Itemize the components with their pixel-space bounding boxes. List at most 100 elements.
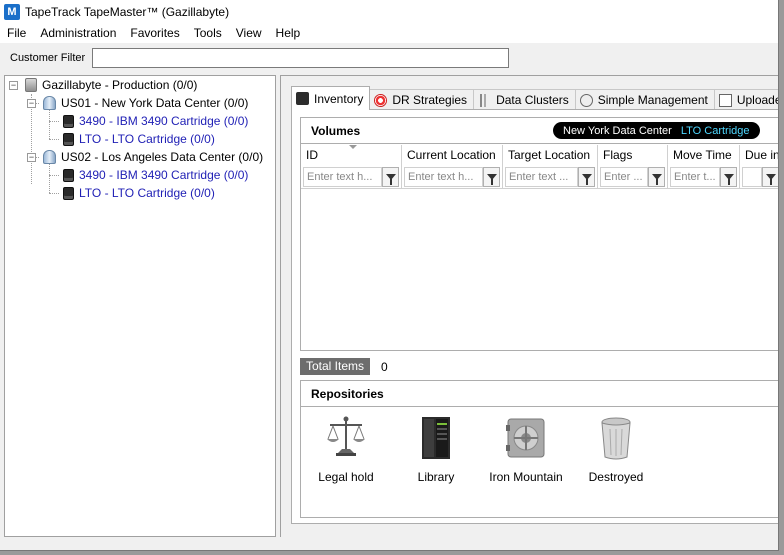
move-time-filter-input[interactable]: Enter t... [670, 167, 720, 187]
due-in-filter-input[interactable] [742, 167, 762, 187]
filter-button[interactable] [762, 167, 778, 187]
repository-label: Legal hold [318, 470, 374, 484]
menu-bar: File Administration Favorites Tools View… [0, 23, 778, 43]
column-current-location[interactable]: Current Location Enter text h... [402, 145, 503, 189]
column-move-time[interactable]: Move Time Enter t... [668, 145, 740, 189]
funnel-icon [723, 174, 734, 185]
lifebuoy-icon [374, 93, 388, 107]
customer-filter-bar: Customer Filter [0, 43, 778, 73]
total-items-bar: Total Items 0 [300, 358, 388, 375]
column-filter: Enter text h... [303, 167, 399, 187]
tree-root-node[interactable]: Gazillabyte - Production (0/0) [25, 76, 197, 94]
column-flags[interactable]: Flags Enter ... [598, 145, 668, 189]
tree-node-label: LTO - LTO Cartridge (0/0) [79, 186, 215, 200]
tree-site-node[interactable]: US01 - New York Data Center (0/0) [43, 94, 248, 112]
current-location-filter-input[interactable]: Enter text h... [404, 167, 483, 187]
column-target-location[interactable]: Target Location Enter text ... [503, 145, 598, 189]
tree-node-label: US01 - New York Data Center (0/0) [61, 96, 249, 110]
cartridge-icon [63, 186, 74, 200]
simple-management-icon [579, 93, 593, 107]
menu-favorites[interactable]: Favorites [123, 23, 186, 43]
repository-label: Destroyed [588, 470, 644, 484]
tab-label: Simple Management [597, 93, 708, 107]
tree-media-node[interactable]: 3490 - IBM 3490 Cartridge (0/0) [63, 166, 248, 184]
target-location-filter-input[interactable]: Enter text ... [505, 167, 578, 187]
cartridge-icon [63, 114, 74, 128]
tab-simple-management[interactable]: Simple Management [574, 89, 715, 110]
tab-strip: Inventory DR Strategies Data Clusters Si… [291, 86, 778, 110]
id-filter-input[interactable]: Enter text h... [303, 167, 382, 187]
tab-data-clusters[interactable]: Data Clusters [473, 89, 576, 110]
column-due-in[interactable]: Due in [740, 145, 779, 189]
column-filter: Enter text h... [404, 167, 500, 187]
filter-button[interactable] [483, 167, 500, 187]
data-center-icon [43, 150, 56, 164]
tape-library-icon [422, 417, 450, 459]
tab-uploaded[interactable]: Uploaded F [713, 89, 778, 110]
menu-administration[interactable]: Administration [33, 23, 123, 43]
tab-label: DR Strategies [392, 93, 468, 107]
app-logo-icon: M [4, 3, 20, 20]
tree-collapse-toggle[interactable]: − [9, 81, 18, 90]
title-bar[interactable]: M TapeTrack TapeMaster™ (Gazillabyte) [0, 0, 778, 23]
tree-site-node[interactable]: US02 - Los Angeles Data Center (0/0) [43, 148, 263, 166]
funnel-icon [651, 174, 662, 185]
tree-media-node[interactable]: LTO - LTO Cartridge (0/0) [63, 184, 215, 202]
column-title: Current Location [407, 148, 496, 162]
menu-view[interactable]: View [229, 23, 269, 43]
tree-collapse-toggle[interactable]: − [27, 153, 36, 162]
repository-iron-mountain[interactable]: Iron Mountain [481, 415, 571, 484]
column-filter [742, 167, 778, 187]
scales-icon [327, 416, 365, 456]
context-location: New York Data Center [563, 124, 672, 137]
vault-icon [506, 418, 545, 458]
filter-button[interactable] [720, 167, 737, 187]
tree-connector [49, 139, 59, 140]
tree-media-node[interactable]: 3490 - IBM 3490 Cartridge (0/0) [63, 112, 248, 130]
volumes-grid-body[interactable] [301, 190, 778, 350]
tab-label: Uploaded F [736, 93, 778, 107]
cartridge-icon [63, 132, 74, 146]
repository-label: Iron Mountain [489, 470, 563, 484]
filter-button[interactable] [648, 167, 665, 187]
repository-label: Library [417, 470, 455, 484]
tree-connector [49, 193, 59, 194]
funnel-icon [385, 174, 396, 185]
filter-button[interactable] [578, 167, 595, 187]
tree-collapse-toggle[interactable]: − [27, 99, 36, 108]
tab-inventory[interactable]: Inventory [291, 86, 371, 110]
detail-pane: Inventory DR Strategies Data Clusters Si… [280, 75, 779, 537]
tree-connector [49, 163, 50, 193]
tree-media-node[interactable]: LTO - LTO Cartridge (0/0) [63, 130, 215, 148]
customer-filter-input[interactable] [92, 48, 509, 68]
trash-can-icon [601, 417, 631, 460]
repository-destroyed[interactable]: Destroyed [571, 415, 661, 484]
inventory-icon [296, 92, 309, 105]
section-title: Volumes [311, 123, 361, 138]
repository-legal-hold[interactable]: Legal hold [301, 415, 391, 484]
column-title: Target Location [508, 148, 591, 162]
tree-node-label: 3490 - IBM 3490 Cartridge (0/0) [79, 114, 249, 128]
menu-help[interactable]: Help [269, 23, 308, 43]
tab-dr-strategies[interactable]: DR Strategies [369, 89, 475, 110]
funnel-icon [765, 174, 776, 185]
customer-filter-label: Customer Filter [10, 52, 86, 64]
column-title: Move Time [673, 148, 732, 162]
menu-file[interactable]: File [0, 23, 33, 43]
section-title: Repositories [311, 386, 384, 401]
tab-label: Data Clusters [496, 93, 569, 107]
context-media: LTO Cartridge [680, 124, 750, 137]
flags-filter-input[interactable]: Enter ... [600, 167, 648, 187]
tree-connector [49, 121, 59, 122]
column-title: Flags [603, 148, 633, 162]
upload-icon [718, 93, 732, 107]
total-items-label: Total Items [300, 358, 371, 375]
window-title: TapeTrack TapeMaster™ (Gazillabyte) [25, 4, 230, 19]
column-id[interactable]: ID Enter text h... [301, 145, 402, 189]
column-title: Due in [745, 148, 779, 162]
repositories-header: Repositories [301, 381, 778, 407]
menu-tools[interactable]: Tools [187, 23, 229, 43]
repository-library[interactable]: Library [391, 415, 481, 484]
filter-button[interactable] [382, 167, 399, 187]
tree-node-label: Gazillabyte - Production (0/0) [42, 78, 198, 92]
